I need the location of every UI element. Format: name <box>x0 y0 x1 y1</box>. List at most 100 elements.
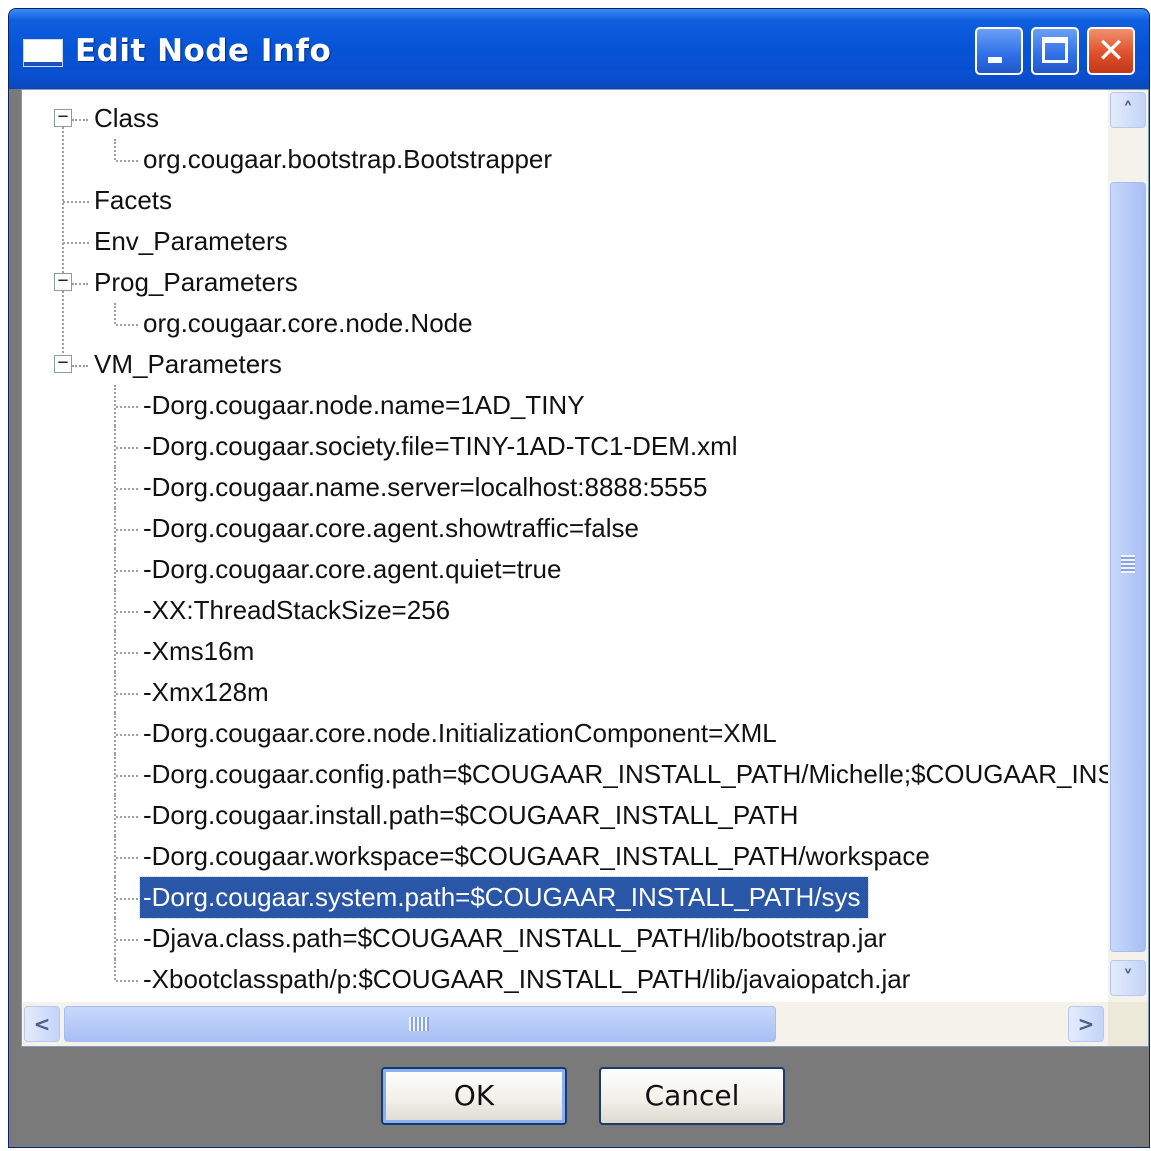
tree-connector <box>116 651 138 654</box>
window-title: Edit Node Info <box>75 33 332 69</box>
tree-leaf[interactable]: -Dorg.cougaar.core.agent.quiet=true <box>22 549 1108 590</box>
tree-leaf-label: -Dorg.cougaar.node.name=1AD_TINY <box>143 390 585 420</box>
tree-panel: − Class org.cougaar.bootstrap.Bootstrapper… <box>21 89 1149 1047</box>
scroll-left-button[interactable]: < <box>24 1006 60 1042</box>
tree-leaf[interactable]: -Dorg.cougaar.name.server=localhost:8888… <box>22 467 1108 508</box>
tree-leaf[interactable]: org.cougaar.bootstrap.Bootstrapper <box>22 139 1108 180</box>
chevron-left-icon: < <box>33 1012 51 1036</box>
tree-node-label: Env_Parameters <box>94 226 288 256</box>
tree-leaf[interactable]: -Djava.class.path=$COUGAAR_INSTALL_PATH/… <box>22 918 1108 959</box>
tree-node-label: Class <box>94 103 160 133</box>
close-icon: ✕ <box>1096 31 1126 71</box>
chevron-up-icon: ˄ <box>1123 98 1133 122</box>
vertical-scroll-thumb[interactable] <box>1110 182 1146 952</box>
tree-leaf[interactable]: -Xbootclasspath/p:$COUGAAR_INSTALL_PATH/… <box>22 959 1108 1000</box>
tree-connector <box>116 774 138 777</box>
tree-leaf[interactable]: -Dorg.cougaar.config.path=$COUGAAR_INSTA… <box>22 754 1108 795</box>
tree-leaf[interactable]: -Dorg.cougaar.workspace=$COUGAAR_INSTALL… <box>22 836 1108 877</box>
grip-icon <box>409 1017 429 1031</box>
title-bar[interactable]: Edit Node Info ✕ <box>9 9 1149 89</box>
tree-leaf-label: -Xms16m <box>143 636 255 666</box>
grip-icon <box>1121 555 1135 573</box>
tree-connector <box>116 815 138 818</box>
tree-connector <box>63 241 89 244</box>
horizontal-scroll-thumb[interactable] <box>64 1006 776 1042</box>
tree-connector <box>116 610 138 613</box>
selected-tree-leaf-label: -Dorg.cougaar.system.path=$COUGAAR_INSTA… <box>138 876 870 919</box>
tree-guide-line <box>114 959 116 980</box>
tree-leaf[interactable]: -Dorg.cougaar.core.agent.showtraffic=fal… <box>22 508 1108 549</box>
tree-connector <box>116 405 138 408</box>
tree-connector <box>116 159 138 162</box>
tree-leaf[interactable]: -Xms16m <box>22 631 1108 672</box>
tree-node-label: VM_Parameters <box>94 349 282 379</box>
scroll-down-button[interactable]: ˅ <box>1110 960 1146 996</box>
tree-connector <box>72 364 88 367</box>
tree-leaf[interactable]: -Dorg.cougaar.core.node.InitializationCo… <box>22 713 1108 754</box>
scroll-up-button[interactable]: ˄ <box>1110 92 1146 128</box>
cancel-button[interactable]: Cancel <box>599 1067 785 1125</box>
collapse-toggle-icon[interactable]: − <box>54 108 72 127</box>
tree-leaf[interactable]: -Dorg.cougaar.system.path=$COUGAAR_INSTA… <box>22 876 1108 919</box>
vertical-scrollbar[interactable]: ˄ ˅ <box>1108 90 1148 1002</box>
tree-connector <box>116 323 138 326</box>
chevron-down-icon: ˅ <box>1123 966 1133 990</box>
tree-connector <box>116 979 138 982</box>
tree-connector <box>116 897 138 900</box>
tree-guide-line <box>114 139 116 160</box>
tree-leaf-label: -Dorg.cougaar.core.node.InitializationCo… <box>143 718 777 748</box>
ok-button[interactable]: OK <box>381 1067 567 1125</box>
tree-leaf-label: -Dorg.cougaar.society.file=TINY-1AD-TC1-… <box>143 431 738 461</box>
tree-leaf-label: -Dorg.cougaar.workspace=$COUGAAR_INSTALL… <box>143 841 930 871</box>
tree-leaf-label: -XX:ThreadStackSize=256 <box>143 595 451 625</box>
tree-leaf[interactable]: -Xmx128m <box>22 672 1108 713</box>
tree-node[interactable]: Env_Parameters <box>22 221 1108 262</box>
collapse-toggle-icon[interactable]: − <box>54 272 72 291</box>
tree-connector <box>63 200 89 203</box>
tree-connector <box>72 118 88 121</box>
tree-node-label: Facets <box>94 185 173 215</box>
tree-connector <box>116 487 138 490</box>
window-icon <box>23 39 63 67</box>
tree-leaf[interactable]: -XX:ThreadStackSize=256 <box>22 590 1108 631</box>
maximize-button[interactable] <box>1031 27 1079 75</box>
tree-node[interactable]: Facets <box>22 180 1108 221</box>
minimize-button[interactable] <box>975 27 1023 75</box>
tree-leaf-label: -Dorg.cougaar.core.agent.showtraffic=fal… <box>143 513 639 543</box>
tree-connector <box>116 938 138 941</box>
tree-node[interactable]: − VM_Parameters <box>22 344 1108 385</box>
maximize-icon <box>1042 37 1068 63</box>
edit-node-info-dialog: Edit Node Info ✕ − Class org.cougaar.boots… <box>8 8 1150 1148</box>
tree-leaf[interactable]: org.cougaar.core.node.Node <box>22 303 1108 344</box>
tree-leaf-label: -Xmx128m <box>143 677 269 707</box>
tree-connector <box>72 282 88 285</box>
minimize-icon <box>988 57 1002 63</box>
horizontal-scrollbar[interactable]: < > <box>22 1002 1108 1046</box>
tree-connector <box>116 733 138 736</box>
scrollbar-corner <box>1108 1002 1148 1046</box>
tree-node-label: Prog_Parameters <box>94 267 298 297</box>
tree-leaf-label: -Dorg.cougaar.config.path=$COUGAAR_INSTA… <box>143 759 1108 789</box>
scroll-right-button[interactable]: > <box>1068 1006 1104 1042</box>
tree-leaf[interactable]: -Dorg.cougaar.society.file=TINY-1AD-TC1-… <box>22 426 1108 467</box>
collapse-toggle-icon[interactable]: − <box>54 354 72 373</box>
chevron-right-icon: > <box>1077 1012 1095 1036</box>
tree-leaf[interactable]: -Dorg.cougaar.node.name=1AD_TINY <box>22 385 1108 426</box>
close-button[interactable]: ✕ <box>1087 27 1135 75</box>
tree-leaf-label: -Xbootclasspath/p:$COUGAAR_INSTALL_PATH/… <box>143 964 911 994</box>
tree-leaf-label: -Djava.class.path=$COUGAAR_INSTALL_PATH/… <box>143 923 887 953</box>
tree-connector <box>116 528 138 531</box>
tree-node[interactable]: − Prog_Parameters <box>22 262 1108 303</box>
tree-leaf-label: org.cougaar.bootstrap.Bootstrapper <box>143 144 553 174</box>
tree-node[interactable]: − Class <box>22 98 1108 139</box>
node-info-tree[interactable]: − Class org.cougaar.bootstrap.Bootstrapper… <box>22 90 1108 1002</box>
tree-leaf-label: org.cougaar.core.node.Node <box>143 308 473 338</box>
tree-connector <box>116 446 138 449</box>
tree-leaf-label: -Dorg.cougaar.name.server=localhost:8888… <box>143 472 708 502</box>
tree-connector <box>116 692 138 695</box>
tree-leaf-label: -Dorg.cougaar.install.path=$COUGAAR_INST… <box>143 800 799 830</box>
tree-leaf[interactable]: -Dorg.cougaar.install.path=$COUGAAR_INST… <box>22 795 1108 836</box>
tree-leaf-label: -Dorg.cougaar.core.agent.quiet=true <box>143 554 562 584</box>
tree-connector <box>116 569 138 572</box>
tree-connector <box>116 856 138 859</box>
